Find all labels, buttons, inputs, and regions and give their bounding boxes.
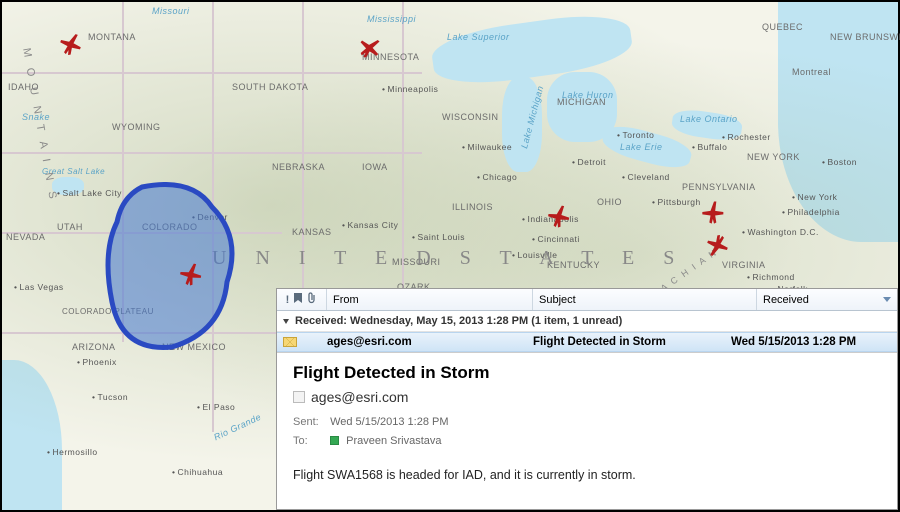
city-label: Kansas City	[342, 220, 398, 230]
city-label: Washington D.C.	[742, 227, 819, 237]
city-label: Cleveland	[622, 172, 670, 182]
reading-pane: Flight Detected in Storm ages@esri.com S…	[277, 352, 897, 509]
city-label-montreal: Montreal	[792, 67, 831, 77]
plane-icon[interactable]	[700, 198, 728, 226]
sent-value: Wed 5/15/2013 1:28 PM	[330, 416, 448, 428]
state-label: OHIO	[597, 197, 622, 207]
city-label: Richmond	[747, 272, 795, 282]
city-label: Rochester	[722, 132, 771, 142]
state-label: MONTANA	[88, 32, 136, 42]
mail-column-header: ! From Subject Received	[277, 289, 897, 311]
city-label: Tucson	[92, 392, 128, 402]
state-label: NEW YORK	[747, 152, 800, 162]
city-label: New York	[792, 192, 837, 202]
state-label: WISCONSIN	[442, 112, 499, 122]
mail-group-header[interactable]: Received: Wednesday, May 15, 2013 1:28 P…	[277, 311, 897, 332]
city-label: Buffalo	[692, 142, 727, 152]
to-value[interactable]: Praveen Srivastava	[346, 435, 441, 447]
lake-label: Lake Huron	[562, 90, 614, 100]
city-label: Minneapolis	[382, 84, 438, 94]
column-header-subject[interactable]: Subject	[533, 289, 757, 310]
city-label: El Paso	[197, 402, 235, 412]
city-label: Chihuahua	[172, 467, 223, 477]
plane-icon-in-storm[interactable]	[176, 258, 208, 290]
column-header-received-label: Received	[763, 294, 809, 306]
state-label: ILLINOIS	[452, 202, 493, 212]
column-header-received[interactable]: Received	[757, 289, 897, 310]
state-label: UTAH	[57, 222, 83, 232]
river-label: Missouri	[152, 6, 190, 16]
state-label: NEVADA	[6, 232, 45, 242]
reminder-icon[interactable]	[293, 292, 303, 307]
reading-title: Flight Detected in Storm	[293, 363, 881, 383]
state-label: NEBRASKA	[272, 162, 325, 172]
state-label: PENNSYLVANIA	[682, 182, 756, 192]
city-label: Las Vegas	[14, 282, 64, 292]
reading-sender[interactable]: ages@esri.com	[311, 389, 408, 405]
city-label: Hermosillo	[47, 447, 98, 457]
city-label: Cincinnati	[532, 234, 580, 244]
importance-icon[interactable]: !	[286, 294, 290, 306]
state-label: IOWA	[362, 162, 388, 172]
presence-available-icon	[330, 436, 339, 445]
mail-row-from: ages@esri.com	[327, 336, 533, 348]
city-label: Toronto	[617, 130, 654, 140]
lake-label: Lake Superior	[447, 32, 510, 42]
city-label: Philadelphia	[782, 207, 840, 217]
state-label: QUEBEC	[762, 22, 803, 32]
city-label: Boston	[822, 157, 857, 167]
city-label: Phoenix	[77, 357, 117, 367]
column-header-from[interactable]: From	[327, 289, 533, 310]
state-label: NEW BRUNSWICK	[830, 32, 900, 42]
reading-body: Flight SWA1568 is headed for IAD, and it…	[293, 468, 881, 482]
river-label: Mississippi	[367, 14, 416, 24]
city-label: Milwaukee	[462, 142, 512, 152]
mail-row-selected[interactable]: ages@esri.com Flight Detected in Storm W…	[277, 332, 897, 352]
city-label: Detroit	[572, 157, 606, 167]
city-label: Pittsburgh	[652, 197, 701, 207]
country-label: U N I T E D S T A T E S	[212, 247, 686, 270]
sent-label: Sent:	[293, 413, 327, 432]
mail-row-subject: Flight Detected in Storm	[533, 336, 731, 348]
city-label: Chicago	[477, 172, 517, 182]
sort-desc-icon	[883, 297, 891, 302]
plane-icon[interactable]	[544, 200, 576, 232]
mail-row-received: Wed 5/15/2013 1:28 PM	[731, 336, 891, 348]
lake-label: Lake Ontario	[680, 114, 738, 124]
city-label: Saint Louis	[412, 232, 465, 242]
attachment-icon[interactable]	[307, 292, 317, 307]
state-label: VIRGINIA	[722, 260, 766, 270]
mail-group-text: Received: Wednesday, May 15, 2013 1:28 P…	[295, 315, 622, 327]
email-pane: ! From Subject Received Received: Wednes…	[276, 288, 898, 510]
state-label: SOUTH DAKOTA	[232, 82, 308, 92]
unread-envelope-icon	[283, 337, 297, 347]
state-label: WYOMING	[112, 122, 161, 132]
lake-label: Lake Erie	[620, 142, 663, 152]
to-label: To:	[293, 432, 327, 451]
state-label: KANSAS	[292, 227, 332, 237]
sender-placeholder-icon	[293, 391, 305, 403]
